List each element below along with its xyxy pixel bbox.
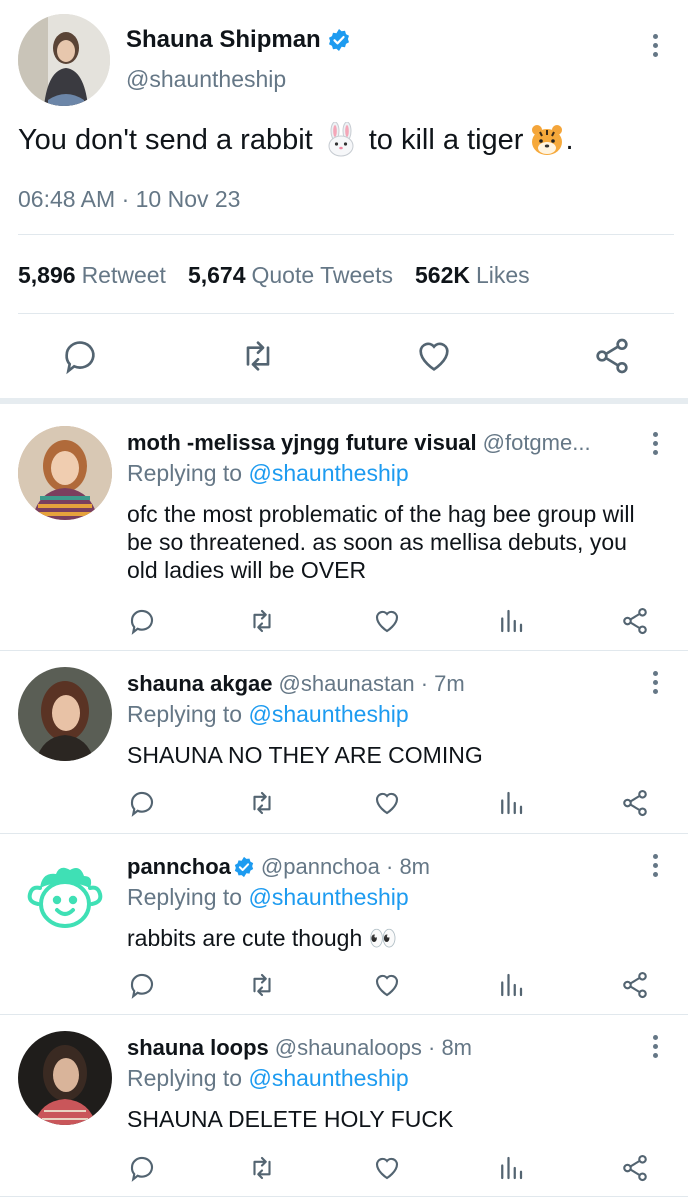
replying-to-link[interactable]: @shauntheship [248,884,408,910]
reply-icon[interactable] [60,336,100,376]
tweet-text-part2: to kill a tiger [368,123,524,156]
reply-icon[interactable] [127,788,157,818]
verified-badge-icon [234,856,254,878]
tweet-text: You don't send a rabbit to kill a tiger … [18,122,574,158]
rabbit-face-icon [328,122,354,157]
replying-to-link[interactable]: @shauntheship [248,701,408,727]
author-name-text: Shauna Shipman [126,26,321,53]
analytics-icon[interactable] [496,970,526,1000]
reply-icon[interactable] [127,970,157,1000]
analytics-icon[interactable] [496,606,526,636]
share-icon[interactable] [620,788,650,818]
tweet-action-bar [0,314,688,398]
more-options-icon[interactable] [643,428,667,458]
reply-avatar[interactable] [18,426,112,520]
author-handle[interactable]: @shauntheship [126,66,286,93]
reply-icon[interactable] [127,1153,157,1183]
author-avatar[interactable] [18,14,110,106]
reply-header: moth -melissa yjngg future visual @fotgm… [127,430,647,456]
divider [18,234,674,235]
tweet-text-end: . [565,123,574,156]
author-name[interactable]: Shauna Shipman [126,26,351,54]
share-icon[interactable] [592,336,632,376]
replying-to-link[interactable]: @shauntheship [248,1065,408,1091]
replying-to-label: Replying to [127,884,243,910]
more-options-icon[interactable] [643,850,667,880]
share-icon[interactable] [620,606,650,636]
reply-avatar[interactable] [18,1031,112,1125]
retweet-icon[interactable] [238,336,278,376]
reply-tweet[interactable]: pannchoa @pannchoa · 8m Replying to @sha… [0,834,688,1014]
replying-to: Replying to @shauntheship [127,701,409,728]
share-icon[interactable] [620,1153,650,1183]
reply-author-handle[interactable]: @pannchoa · 8m [261,854,430,880]
replying-to: Replying to @shauntheship [127,884,409,911]
pannchoa-logo-icon [18,852,112,946]
like-icon[interactable] [372,1153,402,1183]
reply-text: SHAUNA DELETE HOLY FUCK [127,1106,454,1132]
replying-to-label: Replying to [127,460,243,486]
reply-author-handle[interactable]: @shaunaloops · 8m [275,1035,472,1061]
retweet-icon[interactable] [247,606,277,636]
analytics-icon[interactable] [496,1153,526,1183]
replying-to: Replying to @shauntheship [127,460,409,487]
divider [0,1196,688,1197]
analytics-icon[interactable] [496,788,526,818]
reply-text: SHAUNA NO THEY ARE COMING [127,742,483,768]
reply-avatar[interactable] [18,667,112,761]
replying-to-label: Replying to [127,701,243,727]
replying-to-label: Replying to [127,1065,243,1091]
tiger-face-icon [532,125,563,155]
quote-tweets-stat[interactable]: 5,674 Quote Tweets [188,262,393,289]
reply-author-name[interactable]: shauna akgae [127,671,273,697]
reply-tweet[interactable]: shauna loops @shaunaloops · 8m Replying … [0,1015,688,1200]
like-icon[interactable] [372,970,402,1000]
retweet-icon[interactable] [247,788,277,818]
reply-author-handle[interactable]: @fotgme... [483,430,591,456]
likes-stat[interactable]: 562K Likes [415,262,530,289]
reply-text: ofc the most problematic of the hag bee … [127,501,635,583]
share-icon[interactable] [620,970,650,1000]
retweet-icon[interactable] [247,1153,277,1183]
retweet-icon[interactable] [247,970,277,1000]
replying-to-link[interactable]: @shauntheship [248,460,408,486]
reply-header: shauna loops @shaunaloops · 8m [127,1035,647,1061]
reply-tweet[interactable]: moth -melissa yjngg future visual @fotgm… [0,404,688,650]
reply-header: pannchoa @pannchoa · 8m [127,854,647,880]
replying-to: Replying to @shauntheship [127,1065,409,1092]
retweet-stat[interactable]: 5,896 Retweet [18,262,166,289]
like-icon[interactable] [372,788,402,818]
reply-text: rabbits are cute though 👀 [127,925,398,951]
tweet-text-part1: You don't send a rabbit [18,123,313,156]
reply-tweet[interactable]: shauna akgae @shaunastan · 7m Replying t… [0,651,688,833]
more-options-icon[interactable] [643,1031,667,1061]
verified-badge-icon [328,29,349,51]
like-icon[interactable] [372,606,402,636]
more-options-icon[interactable] [643,667,667,697]
reply-avatar[interactable] [18,852,112,946]
reply-icon[interactable] [127,606,157,636]
tweet-timestamp[interactable]: 06:48 AM · 10 Nov 23 [18,186,240,213]
reply-author-name[interactable]: moth -melissa yjngg future visual [127,430,477,456]
tweet-stats: 5,896 Retweet 5,674 Quote Tweets 562K Likes [18,262,530,289]
reply-author-name[interactable]: shauna loops [127,1035,269,1061]
reply-author-handle[interactable]: @shaunastan · 7m [279,671,465,697]
reply-header: shauna akgae @shaunastan · 7m [127,671,647,697]
more-options-icon[interactable] [643,30,667,60]
main-tweet: Shauna Shipman @shauntheship You don't s… [0,0,688,402]
like-icon[interactable] [414,336,454,376]
reply-author-name[interactable]: pannchoa [127,854,231,880]
